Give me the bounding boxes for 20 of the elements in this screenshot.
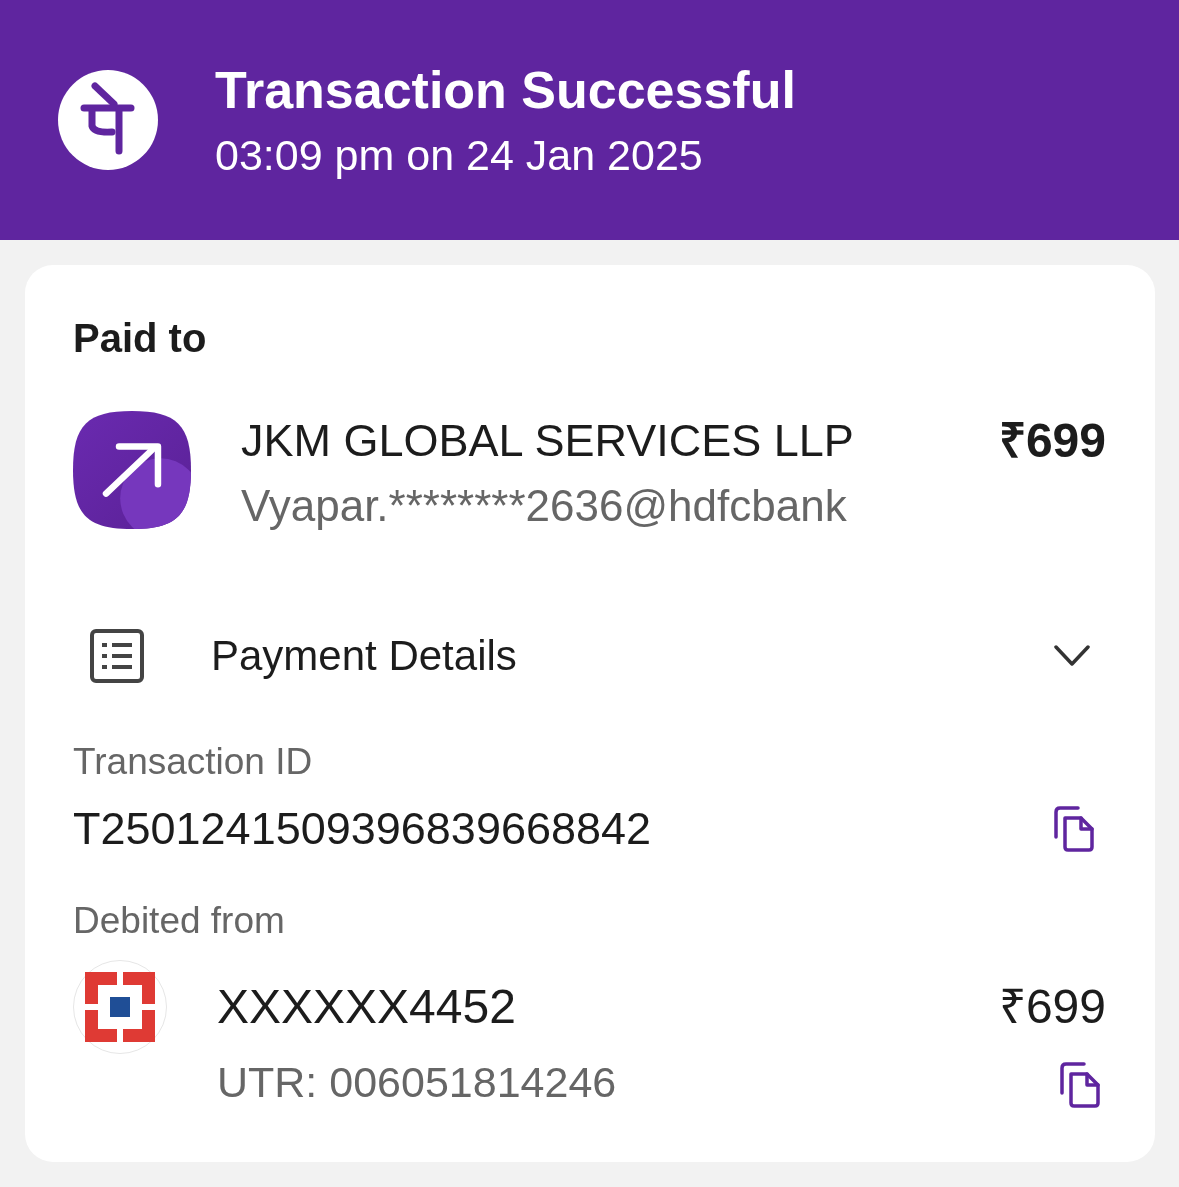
copy-icon[interactable] [1053, 806, 1095, 852]
payee-name: JKM GLOBAL SERVICES LLP [241, 415, 855, 467]
copy-icon[interactable] [1059, 1062, 1101, 1108]
field-label: Debited from [73, 899, 286, 943]
chevron-down-icon[interactable] [1054, 645, 1090, 667]
timestamp: 03:09 pm on 24 Jan 2025 [215, 129, 704, 181]
utr-number: UTR: 006051814246 [217, 1057, 618, 1107]
bank-logo-icon [73, 960, 167, 1054]
payee-upi-id: Vyapar.********2636@hdfcbank [241, 481, 848, 531]
arrow-tile-icon [73, 411, 191, 529]
field-label: Transaction ID [73, 740, 314, 784]
paid-amount: ₹699 [998, 413, 1106, 469]
transaction-id: T2501241509396839668842 [73, 803, 652, 855]
section-heading: Paid to [73, 315, 208, 362]
debited-amount: ₹699 [998, 979, 1106, 1035]
account-number: XXXXXX4452 [217, 979, 517, 1035]
logo-icon [58, 70, 158, 170]
page-title: Transaction Successful [215, 59, 796, 120]
list-icon [90, 629, 144, 683]
section-title: Payment Details [211, 631, 517, 681]
